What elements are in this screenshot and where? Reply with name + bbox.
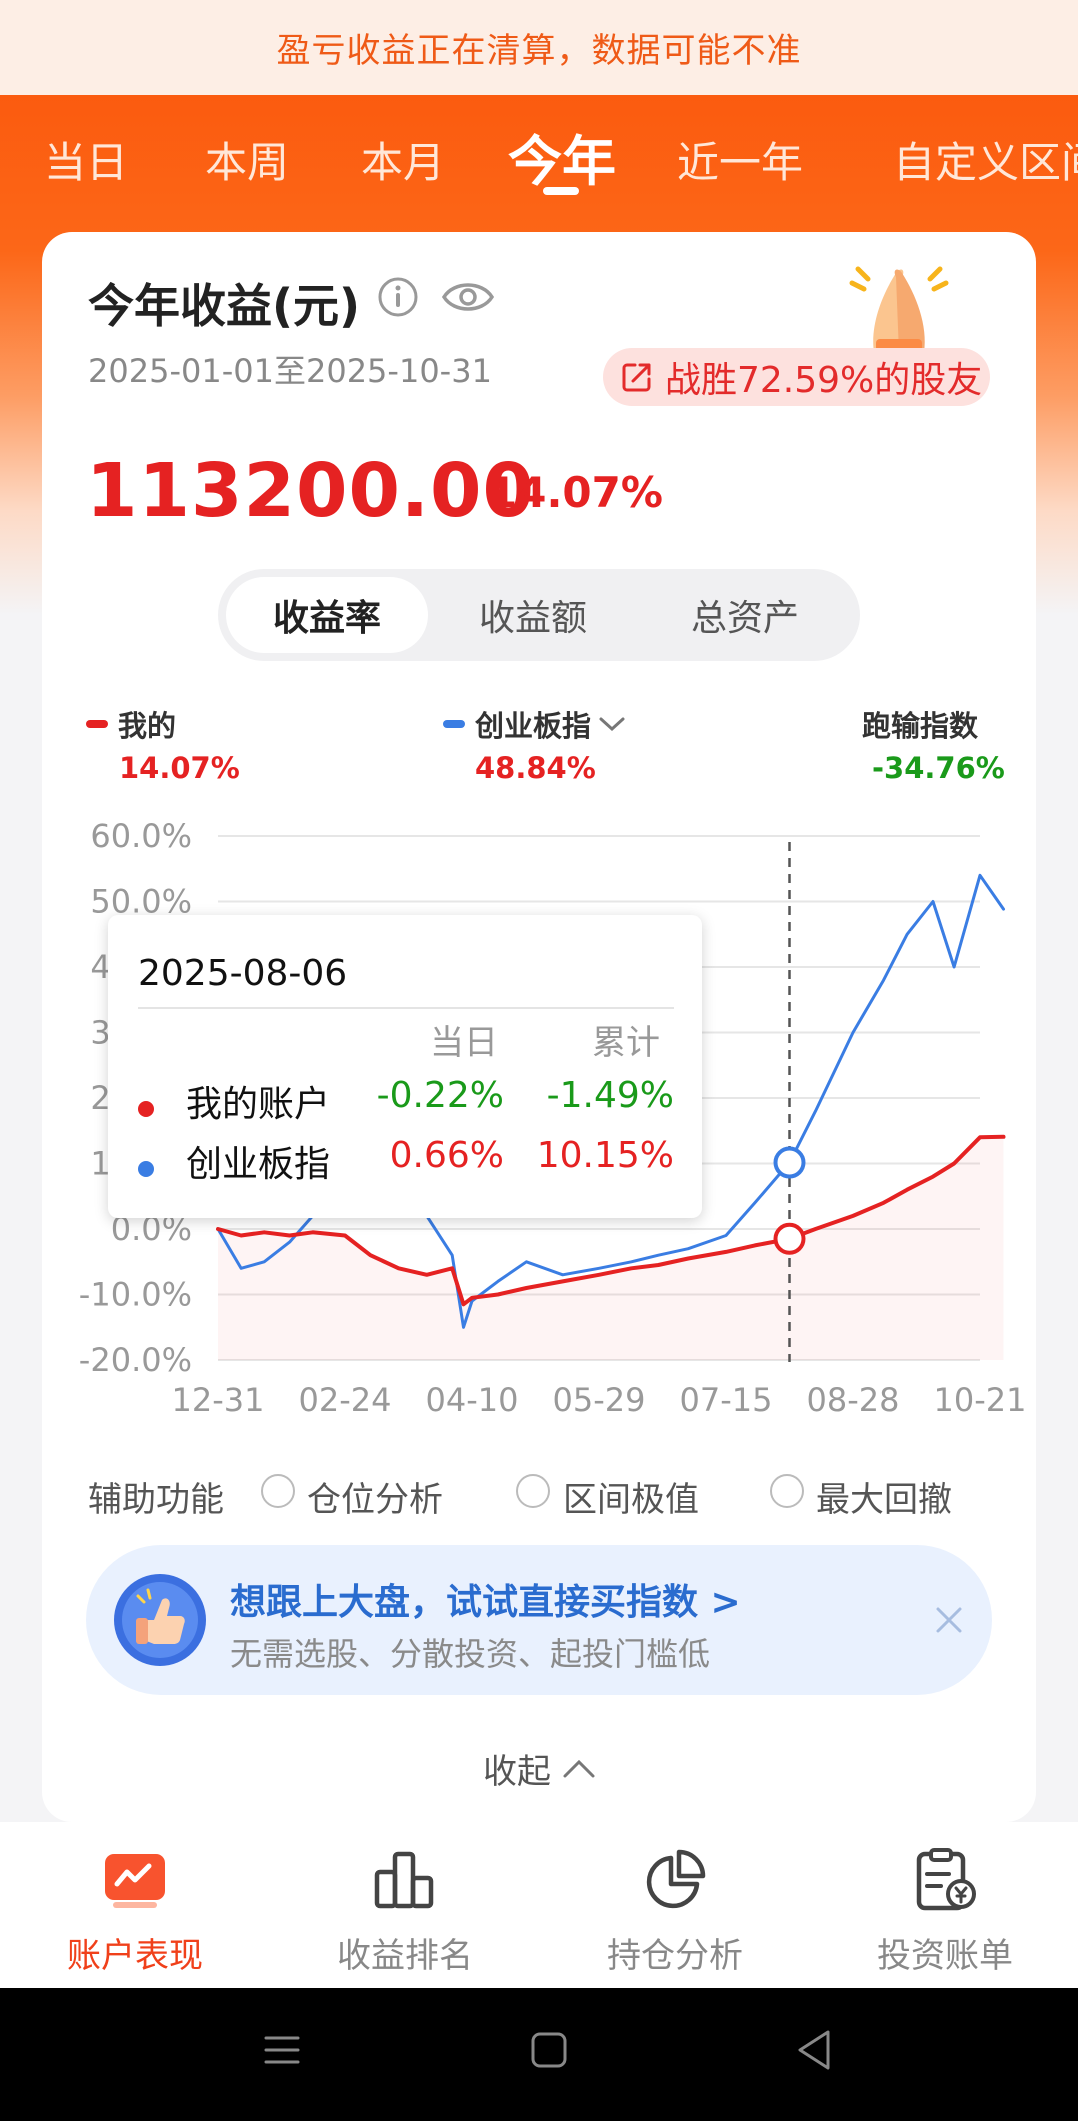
bottom-nav: 账户表现 收益排名 持仓分析 投资账单	[0, 1822, 1078, 1988]
system-nav-bar	[0, 1988, 1078, 2121]
tab-week[interactable]: 本周	[205, 129, 289, 190]
tab-last-year[interactable]: 近一年	[677, 129, 803, 190]
tab-this-year[interactable]: 今年	[508, 117, 616, 196]
tooltip-col-day: 当日	[430, 1023, 498, 1063]
back-icon[interactable]	[794, 2028, 834, 2072]
nav-investment-bill[interactable]: 投资账单	[810, 1822, 1078, 1988]
x-tick-label: 12-31	[172, 1381, 265, 1419]
pie-chart-icon	[646, 1849, 706, 1909]
legend-mine-value: 14.07%	[119, 751, 240, 785]
info-icon[interactable]	[377, 276, 419, 318]
tooltip-index-day: 0.66%	[389, 1135, 504, 1176]
segment-total-assets[interactable]: 总资产	[642, 569, 848, 661]
legend-mine-label: 我的	[118, 709, 177, 743]
total-profit-rate: 14.07%	[488, 468, 663, 517]
beat-peers-text: 战胜72.59%的股友	[665, 360, 983, 401]
legend-index-label: 创业板指	[475, 709, 592, 743]
segment-return-amount[interactable]: 收益额	[432, 569, 634, 661]
x-tick-label: 04-10	[426, 1381, 519, 1419]
chart-tooltip: 2025-08-06 当日 累计 我的账户 -0.22% -1.49% 创业板指…	[108, 915, 702, 1218]
legend-diff-value: -34.76%	[872, 751, 1005, 785]
menu-icon[interactable]	[262, 2030, 302, 2070]
chevron-down-icon	[599, 717, 625, 732]
x-tick-label: 08-28	[807, 1381, 900, 1419]
tab-today[interactable]: 当日	[44, 129, 128, 190]
tab-custom-range[interactable]: 自定义区间	[893, 129, 1078, 190]
nav-investment-bill-label: 投资账单	[877, 1936, 1013, 1976]
tooltip-index-cum: 10.15%	[536, 1135, 674, 1176]
tab-month[interactable]: 本月	[361, 129, 445, 190]
tooltip-col-cum: 累计	[592, 1023, 660, 1063]
collapse-button[interactable]: 收起	[483, 1744, 597, 1793]
banner-subtitle: 无需选股、分散投资、起投门槛低	[230, 1635, 711, 1673]
bar-ranking-icon	[374, 1851, 434, 1909]
home-icon[interactable]	[529, 2030, 569, 2070]
option-position-analysis[interactable]: 仓位分析	[307, 1472, 443, 1521]
page-title: 今年收益(元)	[88, 279, 361, 333]
x-tick-label: 02-24	[299, 1381, 392, 1419]
nav-profit-ranking-label: 收益排名	[337, 1936, 473, 1976]
x-tick-label: 05-29	[553, 1381, 646, 1419]
tooltip-divider	[138, 1007, 674, 1009]
nav-holding-analysis-label: 持仓分析	[607, 1936, 743, 1976]
legend-mine-swatch	[86, 720, 108, 728]
segment-return-rate[interactable]: 收益率	[226, 577, 428, 653]
chart-screen-icon	[105, 1854, 165, 1908]
bill-icon	[916, 1848, 976, 1911]
legend-diff-label: 跑输指数	[862, 709, 979, 743]
tooltip-mine-cum: -1.49%	[546, 1075, 674, 1116]
chevron-up-icon	[563, 1759, 595, 1777]
nav-account-performance-label: 账户表现	[67, 1936, 203, 1976]
nav-profit-ranking[interactable]: 收益排名	[270, 1822, 540, 1988]
legend-index[interactable]: 创业板指	[443, 703, 627, 745]
radio-position-analysis[interactable]	[261, 1474, 295, 1508]
total-profit-amount: 113200.00	[86, 448, 536, 534]
option-max-drawdown[interactable]: 最大回撤	[816, 1472, 952, 1521]
index-promo-banner[interactable]: 想跟上大盘，试试直接买指数 > 无需选股、分散投资、起投门槛低	[86, 1545, 992, 1695]
clearing-notice: 盈亏收益正在清算，数据可能不准	[0, 0, 1078, 95]
y-tick-label: 60.0%	[90, 817, 192, 855]
aux-label: 辅助功能	[88, 1480, 224, 1520]
marker-point-index	[773, 1146, 806, 1179]
tooltip-date: 2025-08-06	[138, 953, 348, 994]
legend-mine: 我的	[86, 703, 176, 745]
beat-peers-badge[interactable]: 战胜72.59%的股友	[603, 348, 990, 406]
period-tabs: 当日 本周 本月 今年 近一年 自定义区间	[0, 95, 1078, 215]
x-tick-label: 10-21	[934, 1381, 1027, 1419]
date-range: 2025-01-01至2025-10-31	[88, 352, 492, 390]
tooltip-mine-name: 我的账户	[186, 1084, 331, 1125]
radio-range-extremes[interactable]	[516, 1474, 550, 1508]
x-tick-label: 07-15	[680, 1381, 773, 1419]
radio-max-drawdown[interactable]	[770, 1474, 804, 1508]
legend-diff: 跑输指数	[862, 703, 978, 745]
nav-holding-analysis[interactable]: 持仓分析	[540, 1822, 810, 1988]
y-tick-label: -10.0%	[79, 1276, 192, 1314]
marker-point-mine	[773, 1222, 806, 1255]
tooltip-mine-dot	[138, 1101, 154, 1117]
metric-switcher: 收益率 收益额 总资产	[218, 569, 860, 661]
tooltip-index-dot	[138, 1161, 154, 1177]
collapse-label: 收起	[483, 1752, 551, 1792]
tooltip-index-name: 创业板指	[186, 1144, 331, 1185]
nav-account-performance[interactable]: 账户表现	[0, 1822, 270, 1988]
thumbs-up-icon	[114, 1574, 206, 1666]
active-tab-indicator	[543, 187, 579, 195]
y-tick-label: -20.0%	[79, 1341, 192, 1379]
option-range-extremes[interactable]: 区间极值	[563, 1472, 699, 1521]
eye-icon[interactable]	[440, 276, 496, 318]
legend-index-swatch	[443, 720, 465, 728]
clapping-hands-icon	[849, 266, 949, 353]
close-icon[interactable]	[932, 1603, 966, 1637]
banner-title: 想跟上大盘，试试直接买指数 >	[230, 1582, 741, 1623]
share-icon	[622, 363, 651, 392]
legend-index-value: 48.84%	[475, 751, 596, 785]
tooltip-mine-day: -0.22%	[376, 1075, 504, 1116]
